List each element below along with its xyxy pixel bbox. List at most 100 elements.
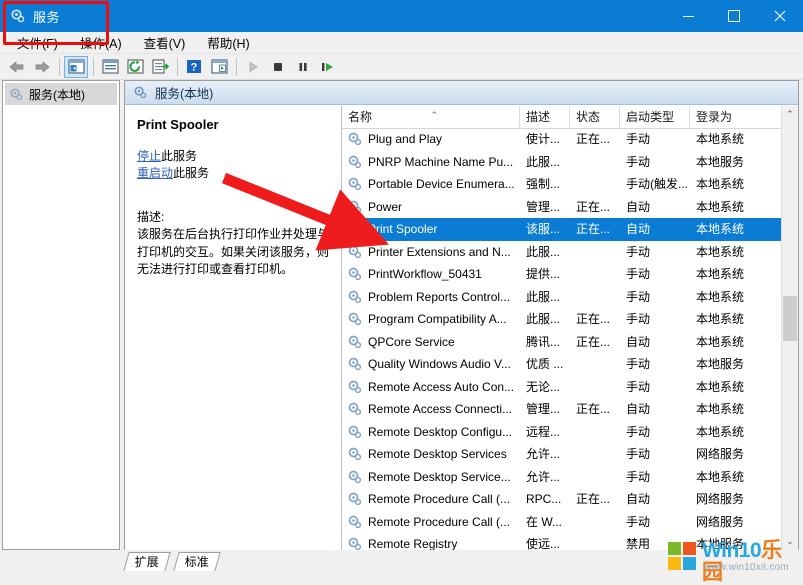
table-row[interactable]: Remote Procedure Call (...在 W...手动网络服务 (342, 511, 798, 534)
cell-startup-type: 手动 (620, 443, 690, 466)
menu-help[interactable]: 帮助(H) (196, 30, 260, 55)
stop-service-link[interactable]: 停止 (137, 149, 161, 163)
console-header-label: 服务(本地) (155, 83, 213, 102)
cell-description: 该服... (520, 218, 570, 241)
column-startup-type[interactable]: 启动类型 (620, 106, 690, 128)
restart-service-icon[interactable] (316, 56, 340, 78)
cell-description: 提供... (520, 263, 570, 286)
window-controls (665, 0, 803, 32)
table-row[interactable]: Remote Desktop Services允许...手动网络服务 (342, 443, 798, 466)
toolbar-separator (93, 58, 94, 76)
forward-icon[interactable] (30, 56, 54, 78)
cell-description: 使计... (520, 128, 570, 151)
menu-bar: 文件(F) 操作(A) 查看(V) 帮助(H) (0, 32, 803, 54)
cell-description: 在 W... (520, 511, 570, 534)
table-row[interactable]: Remote Access Auto Con...无论...手动本地系统 (342, 376, 798, 399)
tab-extended[interactable]: 扩展 (123, 552, 170, 571)
column-header-label: 描述 (526, 110, 550, 124)
cell-log-on-as: 本地系统 (690, 241, 782, 264)
cell-log-on-as: 本地系统 (690, 263, 782, 286)
help-icon[interactable]: ? (182, 56, 206, 78)
sort-ascending-icon: ⌃ (431, 106, 439, 126)
pause-service-icon[interactable] (291, 56, 315, 78)
cell-status (570, 466, 620, 489)
vertical-scrollbar[interactable]: ⌃ ⌄ (781, 106, 798, 550)
restart-service-suffix: 此服务 (173, 166, 209, 180)
cell-service-name: Remote Access Auto Con... (342, 376, 520, 399)
export-list-icon[interactable] (148, 56, 172, 78)
menu-action[interactable]: 操作(A) (69, 30, 133, 55)
main-body: 服务(本地) 服务(本地) Print Spooler 停止此服务 (0, 80, 803, 585)
cell-status: 正在... (570, 331, 620, 354)
cell-log-on-as: 本地系统 (690, 398, 782, 421)
show-hide-tree-icon[interactable] (64, 56, 88, 78)
cell-description: 远程... (520, 421, 570, 444)
table-row[interactable]: Quality Windows Audio V...优质 ...手动本地服务 (342, 353, 798, 376)
scroll-up-button[interactable]: ⌃ (782, 106, 798, 123)
table-row[interactable]: Problem Reports Control...此服...手动本地系统 (342, 286, 798, 309)
properties-icon[interactable] (98, 56, 122, 78)
refresh-icon[interactable] (123, 56, 147, 78)
cell-startup-type: 手动 (620, 241, 690, 264)
cell-status (570, 263, 620, 286)
cell-description: 腾讯... (520, 331, 570, 354)
cell-status (570, 353, 620, 376)
tab-standard[interactable]: 标准 (173, 552, 220, 571)
table-row[interactable]: Remote Access Connecti...管理...正在...自动本地系… (342, 398, 798, 421)
cell-log-on-as: 本地系统 (690, 173, 782, 196)
title-bar: 服务 (0, 0, 803, 32)
cell-startup-type: 手动 (620, 128, 690, 151)
tree-item-services-local[interactable]: 服务(本地) (5, 83, 117, 105)
restart-service-link[interactable]: 重启动 (137, 166, 173, 180)
column-name[interactable]: 名称⌃ (342, 106, 520, 128)
table-row[interactable]: Remote Desktop Service...允许...手动本地系统 (342, 466, 798, 489)
table-row[interactable]: PrintWorkflow_50431提供...手动本地系统 (342, 263, 798, 286)
cell-service-name: PrintWorkflow_50431 (342, 263, 520, 286)
scrollbar-thumb[interactable] (783, 296, 797, 341)
cell-description: 优质 ... (520, 353, 570, 376)
cell-status (570, 151, 620, 174)
cell-service-name: QPCore Service (342, 331, 520, 354)
menu-view[interactable]: 查看(V) (133, 30, 197, 55)
cell-status (570, 443, 620, 466)
cell-service-name: Printer Extensions and N... (342, 241, 520, 264)
table-row[interactable]: Remote Desktop Configu...远程...手动本地系统 (342, 421, 798, 444)
back-icon[interactable] (5, 56, 29, 78)
table-row[interactable]: Print Spooler该服...正在...自动本地系统 (342, 218, 798, 241)
close-button[interactable] (757, 0, 803, 32)
cell-log-on-as: 本地系统 (690, 421, 782, 444)
table-row[interactable]: Power管理...正在...自动本地系统 (342, 196, 798, 219)
cell-log-on-as: 本地系统 (690, 218, 782, 241)
table-row[interactable]: Remote Procedure Call (...RPC...正在...自动网… (342, 488, 798, 511)
table-row[interactable]: Printer Extensions and N...此服... 手动本地系统 (342, 241, 798, 264)
cell-status (570, 376, 620, 399)
restart-service-line: 重启动此服务 (137, 165, 331, 182)
start-service-icon[interactable] (241, 56, 265, 78)
cell-status: 正在... (570, 308, 620, 331)
cell-log-on-as: 网络服务 (690, 511, 782, 534)
cell-startup-type: 手动(触发... (620, 173, 690, 196)
window-title: 服务 (33, 7, 60, 26)
cell-description: 此服... (520, 241, 570, 264)
column-header-label: 登录为 (696, 110, 732, 124)
cell-service-name: Remote Desktop Service... (342, 466, 520, 489)
table-row[interactable]: PNRP Machine Name Pu...此服...手动本地服务 (342, 151, 798, 174)
stop-service-icon[interactable] (266, 56, 290, 78)
column-log-on-as[interactable]: 登录为 (690, 106, 782, 128)
table-row[interactable]: QPCore Service腾讯...正在...自动本地系统 (342, 331, 798, 354)
column-description[interactable]: 描述 (520, 106, 570, 128)
table-row[interactable]: Program Compatibility A...此服...正在...手动本地… (342, 308, 798, 331)
cell-log-on-as: 本地服务 (690, 151, 782, 174)
table-row[interactable]: Portable Device Enumera...强制...手动(触发...本… (342, 173, 798, 196)
description-text: 该服务在后台执行打印作业并处理与打印机的交互。如果关闭该服务，则无法进行打印或查… (137, 226, 331, 279)
cell-service-name: Remote Desktop Services (342, 443, 520, 466)
menu-file[interactable]: 文件(F) (6, 30, 69, 55)
minimize-button[interactable] (665, 0, 711, 32)
table-row[interactable]: Plug and Play使计...正在...手动本地系统 (342, 128, 798, 151)
console-tree-panel: 服务(本地) (2, 80, 120, 550)
maximize-button[interactable] (711, 0, 757, 32)
column-status[interactable]: 状态 (570, 106, 620, 128)
services-gear-icon (9, 87, 24, 102)
show-action-pane-icon[interactable] (207, 56, 231, 78)
watermark: Win10乐园 www.win10xit.com (668, 538, 796, 578)
